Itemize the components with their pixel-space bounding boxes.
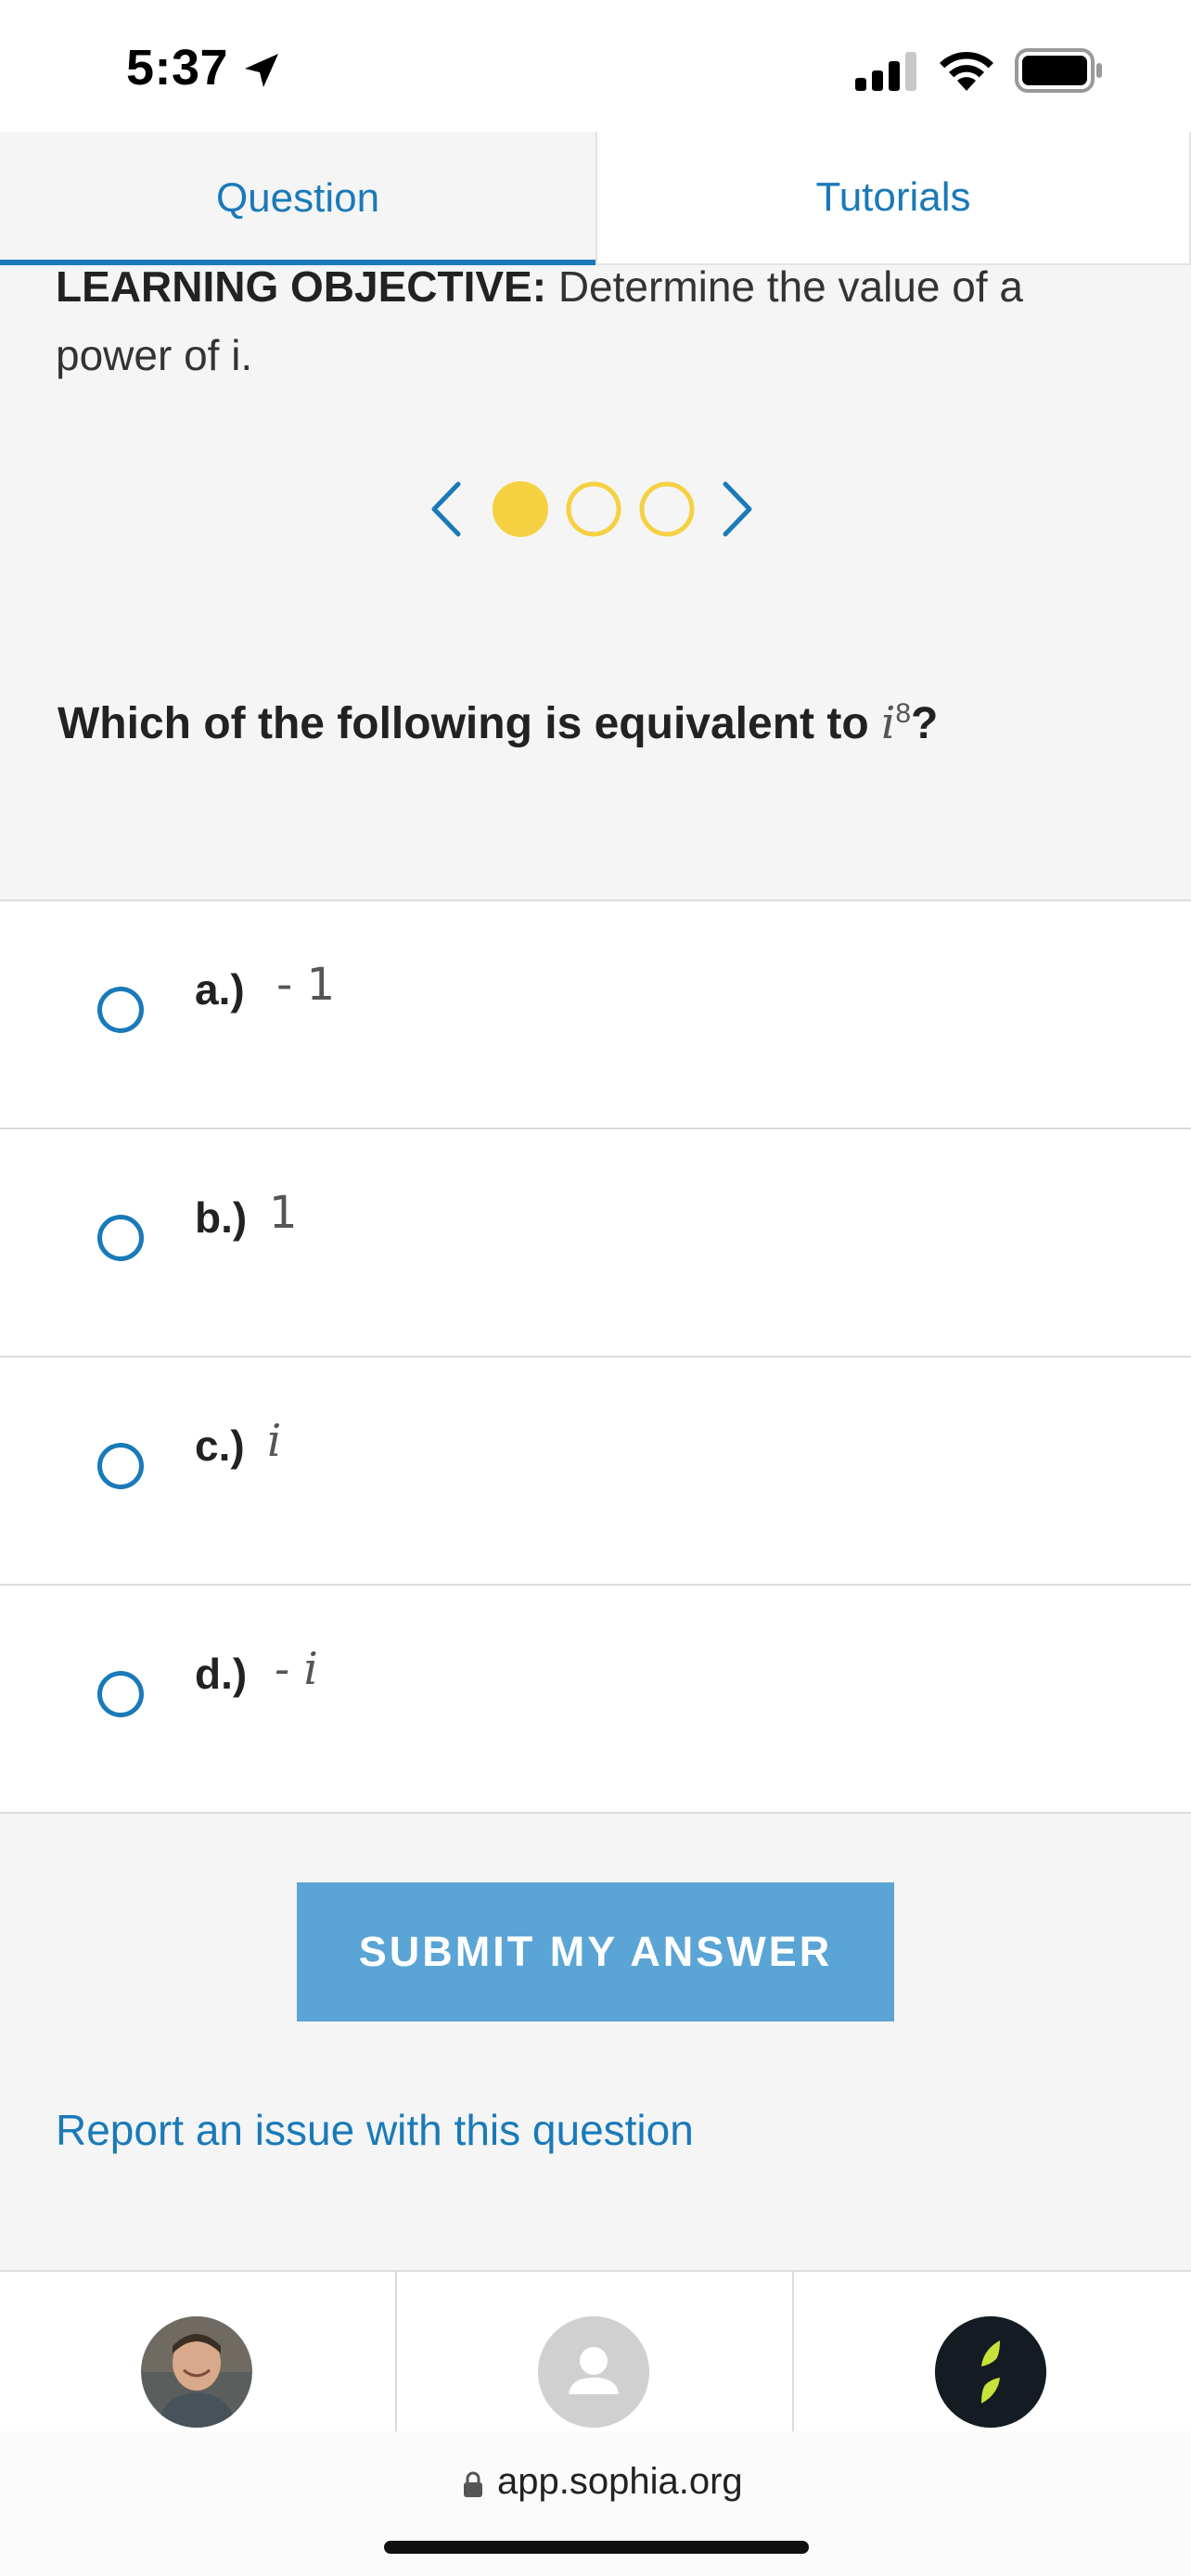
url-text[interactable]: app.sophia.org [497, 2461, 743, 2503]
avatar[interactable] [141, 2316, 252, 2428]
question-pager [427, 473, 761, 543]
submit-answer-button[interactable]: SUBMIT MY ANSWER [297, 1882, 894, 2021]
answer-option-d[interactable]: d.) - i [0, 1586, 1191, 1814]
option-value: 1 [269, 1187, 298, 1239]
bottom-nav [0, 2270, 1191, 2431]
location-arrow-icon [245, 54, 278, 87]
radio-button[interactable] [97, 1443, 144, 1489]
cellular-signal-icon [855, 52, 916, 91]
option-value: - 1 [276, 959, 336, 1011]
tab-question-label: Question [215, 175, 380, 221]
question-exponent: 8 [895, 698, 912, 729]
nav-user-profile[interactable] [0, 2272, 397, 2431]
home-indicator [384, 2541, 809, 2554]
question-suffix: ? [911, 699, 939, 748]
tab-question[interactable]: Question [0, 132, 596, 265]
answer-option-c[interactable]: c.) i [0, 1358, 1191, 1586]
tab-tutorials-label: Tutorials [815, 174, 971, 220]
status-bar: 5:37 [0, 0, 1191, 132]
answer-option-a[interactable]: a.) - 1 [0, 901, 1191, 1129]
option-letter: c.) [195, 1422, 245, 1470]
answer-option-b[interactable]: b.) 1 [0, 1129, 1191, 1358]
wifi-icon [940, 51, 993, 91]
question-base: i [880, 697, 896, 749]
radio-button[interactable] [97, 987, 144, 1033]
option-value: - i [275, 1643, 318, 1695]
battery-icon [1015, 48, 1102, 93]
person-icon[interactable] [538, 2316, 649, 2428]
answer-options: a.) - 1 b.) 1 c.) i d.) - i [0, 899, 1191, 1814]
nav-sophia-home[interactable] [794, 2272, 1191, 2431]
chevron-left-icon[interactable] [427, 480, 467, 538]
radio-button[interactable] [97, 1671, 144, 1717]
learning-objective: LEARNING OBJECTIVE: Determine the value … [56, 252, 1141, 389]
chevron-right-icon[interactable] [716, 480, 757, 538]
status-time: 5:37 [126, 40, 229, 96]
pager-dot-1[interactable] [492, 480, 549, 538]
tab-bar: Question Tutorials [0, 132, 1191, 265]
option-letter: a.) [195, 965, 245, 1014]
sophia-logo-icon[interactable] [935, 2316, 1046, 2428]
question-text: Which of the following is equivalent to … [58, 697, 938, 749]
tab-tutorials[interactable]: Tutorials [596, 132, 1191, 265]
pager-dot-3[interactable] [638, 480, 696, 538]
objective-label: LEARNING OBJECTIVE: [56, 262, 547, 311]
option-letter: d.) [195, 1650, 248, 1698]
pager-dot-2[interactable] [565, 480, 622, 538]
option-letter: b.) [195, 1193, 248, 1242]
radio-button[interactable] [97, 1215, 144, 1261]
browser-url-bar [0, 2431, 1191, 2576]
report-issue-link[interactable]: Report an issue with this question [56, 2105, 694, 2155]
question-prefix: Which of the following is equivalent to [58, 699, 869, 748]
lock-icon [464, 2471, 482, 2497]
option-value: i [267, 1415, 282, 1467]
nav-account[interactable] [397, 2272, 794, 2431]
page: 5:37 Question Tutorials LEARNING OBJECTI… [0, 0, 1191, 2576]
